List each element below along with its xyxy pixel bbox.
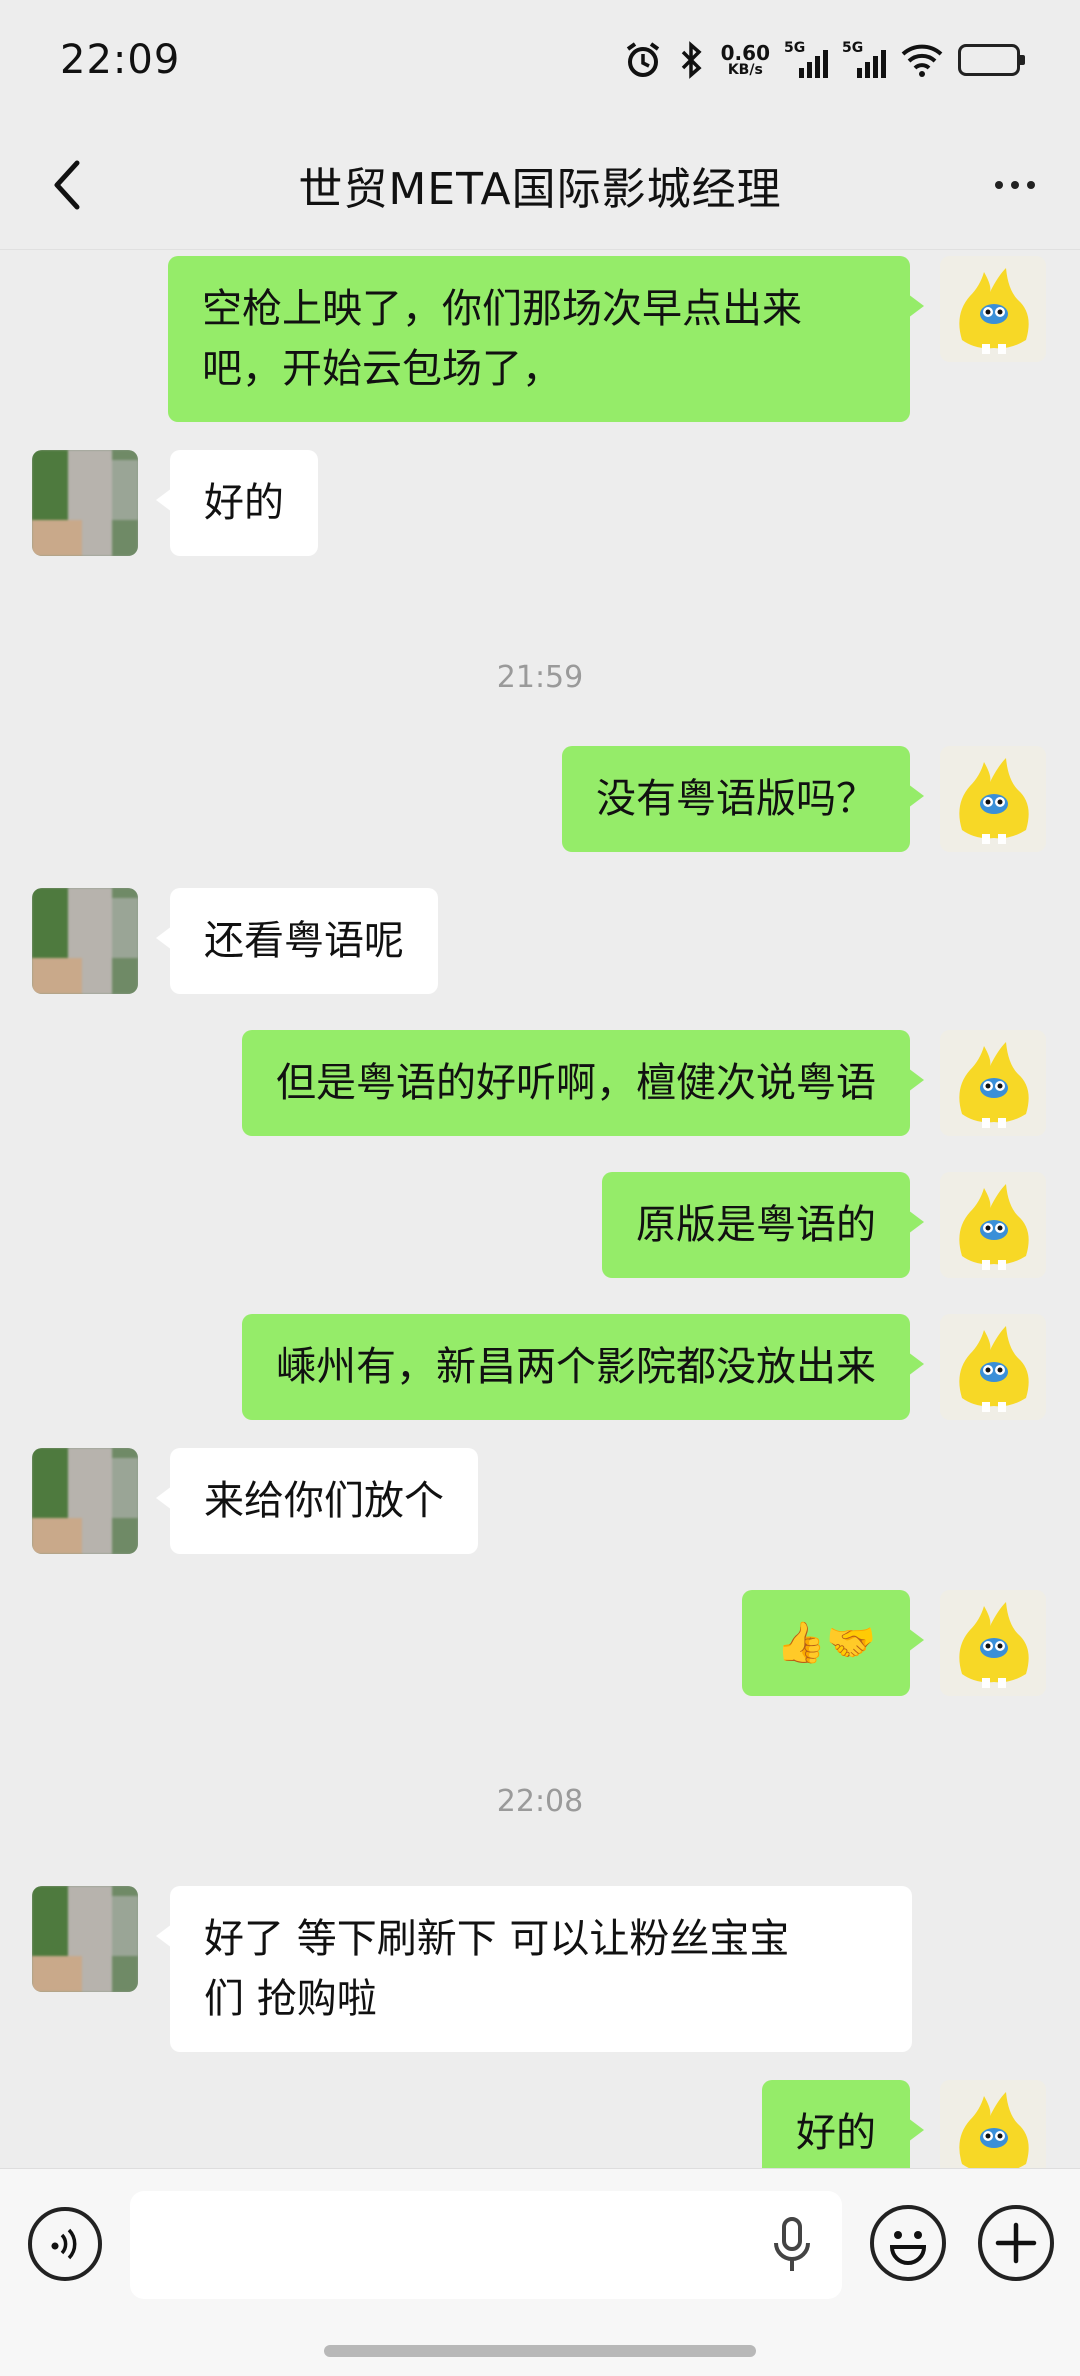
contact-avatar[interactable] <box>32 1448 138 1554</box>
message-text: 吧，开始云包场了， <box>202 346 562 392</box>
plus-icon <box>995 2222 1037 2264</box>
net-speed-value: 0.60 <box>720 41 770 65</box>
emoji-button[interactable] <box>870 2205 946 2281</box>
message-text: 原版是粤语的 <box>636 1202 876 1248</box>
message-bubble-self[interactable]: 空枪上映了，你们那场次早点出来 吧，开始云包场了， <box>168 256 924 422</box>
self-avatar[interactable] <box>940 256 1046 362</box>
message-input[interactable] <box>130 2191 842 2299</box>
message-text: 来给你们放个 <box>204 1478 444 1524</box>
alarm-icon <box>623 40 663 80</box>
self-avatar[interactable] <box>940 1314 1046 1420</box>
message-bubble-self[interactable]: 嵊州有，新昌两个影院都没放出来 <box>242 1314 924 1420</box>
message-list[interactable]: 空枪上映了，你们那场次早点出来 吧，开始云包场了， 好的 21:59 没有粤语版… <box>0 250 1080 2168</box>
plus-button[interactable] <box>978 2205 1054 2281</box>
message-text: 好的 <box>204 480 284 526</box>
message-bubble-other[interactable]: 来给你们放个 <box>156 1448 478 1554</box>
self-avatar[interactable] <box>940 1172 1046 1278</box>
message-text: 👍🤝 <box>776 1620 876 1666</box>
chat-header: 世贸META国际影城经理 <box>0 120 1080 250</box>
net-speed-unit: KB/s <box>727 62 763 78</box>
timestamp: 21:59 <box>496 660 584 695</box>
status-icons: 0.60 KB/s 5G 5G <box>623 40 1025 80</box>
self-avatar[interactable] <box>940 1030 1046 1136</box>
contact-avatar[interactable] <box>32 450 138 556</box>
chevron-left-icon <box>54 160 80 210</box>
message-bubble-self[interactable]: 好的 <box>762 2080 924 2168</box>
message-bubble-other[interactable]: 好的 <box>156 450 318 556</box>
message-text: 但是粤语的好听啊，檀健次说粤语 <box>276 1060 876 1106</box>
message-text: 好的 <box>796 2110 876 2156</box>
battery-icon <box>958 44 1025 76</box>
message-bubble-self[interactable]: 原版是粤语的 <box>602 1172 924 1278</box>
emoji-icon <box>889 2231 927 2265</box>
voice-mode-button[interactable] <box>28 2207 102 2281</box>
message-bubble-other[interactable]: 还看粤语呢 <box>156 888 438 994</box>
message-bubble-other[interactable]: 好了 等下刷新下 可以让粉丝宝宝 们 抢购啦 <box>156 1886 912 2052</box>
message-text: 空枪上映了，你们那场次早点出来 <box>202 286 802 332</box>
message-bubble-self[interactable]: 但是粤语的好听啊，檀健次说粤语 <box>242 1030 924 1136</box>
self-avatar[interactable] <box>940 746 1046 852</box>
message-text: 没有粤语版吗？ <box>596 776 876 822</box>
message-bubble-self[interactable]: 没有粤语版吗？ <box>562 746 924 852</box>
voice-mode-icon <box>51 2228 77 2260</box>
message-text: 好了 等下刷新下 可以让粉丝宝宝 <box>204 1916 790 1962</box>
status-bar: 22:09 0.60 KB/s 5G 5G <box>0 0 1080 120</box>
input-bar <box>0 2168 1080 2376</box>
message-text: 还看粤语呢 <box>204 918 404 964</box>
wifi-icon <box>900 42 944 78</box>
message-bubble-self[interactable]: 👍🤝 <box>742 1590 924 1696</box>
back-button[interactable] <box>36 152 96 218</box>
home-indicator[interactable] <box>324 2345 756 2357</box>
more-dots-icon <box>995 181 1003 189</box>
status-time: 22:09 <box>60 37 181 83</box>
net-speed: 0.60 KB/s <box>721 43 770 77</box>
message-text: 嵊州有，新昌两个影院都没放出来 <box>276 1344 876 1390</box>
chat-title: 世贸META国际影城经理 <box>298 163 782 215</box>
more-button[interactable] <box>980 152 1050 218</box>
timestamp: 22:08 <box>496 1784 584 1819</box>
self-avatar[interactable] <box>940 2080 1046 2168</box>
contact-avatar[interactable] <box>32 888 138 994</box>
bluetooth-icon <box>677 40 707 80</box>
signal-icon: 5G <box>842 40 886 80</box>
signal-icon: 5G <box>784 40 828 80</box>
microphone-icon[interactable] <box>768 2217 816 2273</box>
message-text: 们 抢购啦 <box>204 1976 377 2022</box>
self-avatar[interactable] <box>940 1590 1046 1696</box>
contact-avatar[interactable] <box>32 1886 138 1992</box>
